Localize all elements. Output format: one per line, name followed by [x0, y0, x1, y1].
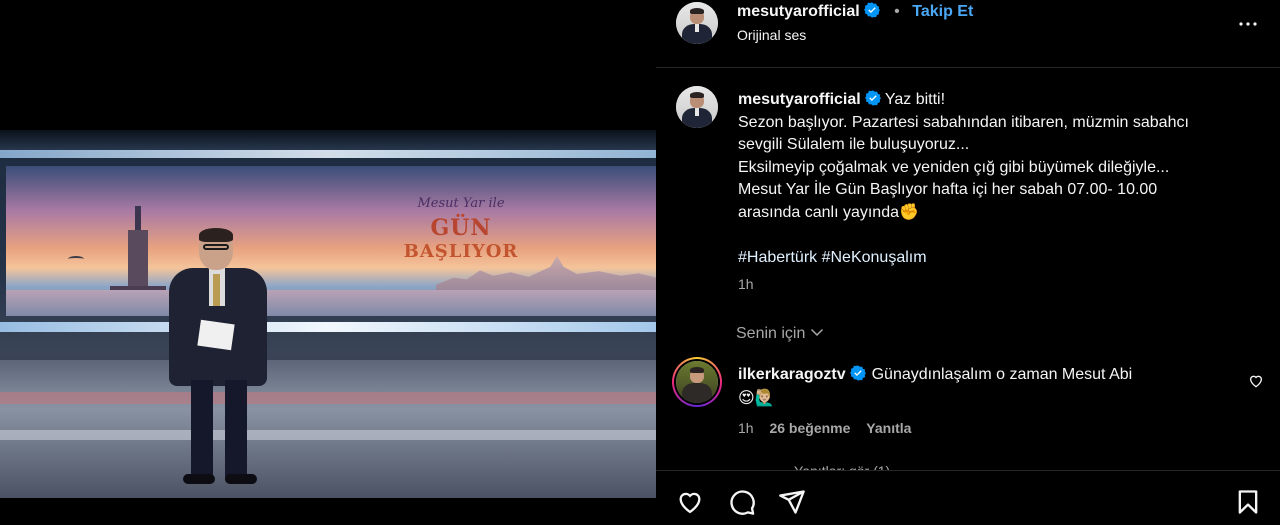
show-logo: Mesut Yar ile GÜN BAŞLIYOR [396, 196, 526, 276]
heart-icon[interactable] [1248, 373, 1264, 389]
comments-filter-dropdown[interactable]: Senin için [736, 324, 825, 343]
separator-dot: • [894, 3, 900, 20]
commenter-avatar[interactable] [676, 361, 718, 403]
comments-filter-label: Senin için [736, 325, 806, 342]
maiden-tower-graphic [110, 206, 166, 298]
post-media[interactable]: Mesut Yar ile GÜN BAŞLIYOR [0, 0, 656, 525]
seagull-graphic [68, 256, 84, 262]
show-logo-line3: BAŞLIYOR [403, 241, 519, 262]
paper-plane-icon[interactable] [778, 488, 806, 516]
caption-line: Sezon başlıyor. Pazartesi sabahından iti… [738, 113, 1189, 131]
comment-text: Günaydınlaşalım o zaman Mesut Abi [871, 366, 1133, 383]
caption-author-avatar[interactable] [676, 86, 718, 128]
caption-first-line: mesutyarofficial Yaz bitti! [738, 89, 1258, 112]
studio-floor [0, 360, 656, 498]
commenter-username[interactable]: ilkerkaragoztv [738, 366, 846, 383]
verified-badge-icon [863, 2, 880, 18]
caption-line: Mesut Yar İle Gün Başlıyor hafta içi her… [738, 181, 1158, 198]
comment-timestamp[interactable]: 1h [738, 420, 754, 436]
presenter-figure [165, 228, 275, 484]
studio-light-strip-lower [0, 322, 656, 332]
post-action-bar [656, 470, 1280, 525]
audio-label[interactable]: Orijinal ses [737, 27, 806, 43]
caption-timestamp[interactable]: 1h [738, 276, 754, 292]
studio-floor-stripe-light [0, 430, 656, 440]
header-author-line: mesutyarofficial • Takip Et [737, 2, 973, 24]
caption-line: Eksilmeyip çoğalmak ve yeniden çığ gibi … [738, 158, 1170, 176]
more-horizontal-icon[interactable] [1236, 12, 1260, 36]
studio-ceiling [0, 130, 656, 152]
chevron-down-icon [811, 328, 824, 337]
caption-line: arasında canlı yayında✊ [738, 203, 919, 221]
comment-emoji: 😍🙋🏼‍♂️ [738, 390, 775, 407]
comment-bubble-icon[interactable] [728, 488, 756, 516]
follow-button[interactable]: Takip Et [912, 3, 973, 20]
verified-badge-icon [864, 90, 881, 106]
author-avatar[interactable] [676, 2, 718, 44]
studio-floor-stripe [0, 392, 656, 404]
studio-backdrop-screen: Mesut Yar ile GÜN BAŞLIYOR [6, 166, 656, 316]
video-player[interactable]: Mesut Yar ile GÜN BAŞLIYOR [0, 130, 656, 498]
show-logo-line1: Mesut Yar ile [417, 196, 505, 211]
post-header: mesutyarofficial • Takip Et Orijinal ses [656, 0, 1280, 68]
comment-body: ilkerkaragoztv Günaydınlaşalım o zaman Me… [738, 365, 1132, 384]
studio-light-strip [0, 150, 656, 158]
reply-button[interactable]: Yanıtla [866, 420, 911, 436]
caption-line: sevgili Sülalem ile buluşuyoruz... [738, 136, 970, 153]
heart-icon[interactable] [676, 488, 704, 516]
caption-text: mesutyarofficial Yaz bitti! Sezon başlıy… [738, 89, 1258, 269]
bookmark-icon[interactable] [1234, 488, 1262, 516]
post-side-panel: mesutyarofficial • Takip Et Orijinal ses… [656, 0, 1280, 525]
show-logo-line2: GÜN [430, 215, 492, 241]
author-username[interactable]: mesutyarofficial [737, 3, 860, 20]
comment-likes-count[interactable]: 26 beğenme [769, 420, 850, 436]
caption-headline: Yaz bitti! [884, 91, 946, 108]
comment-meta: 1h 26 beğenme Yanıtla [738, 420, 923, 436]
verified-badge-icon [849, 365, 866, 381]
bosphorus-graphic [6, 290, 656, 316]
caption-hashtags[interactable]: #Habertürk #NeKonuşalım [738, 247, 1258, 270]
caption-author-username[interactable]: mesutyarofficial [738, 91, 861, 108]
